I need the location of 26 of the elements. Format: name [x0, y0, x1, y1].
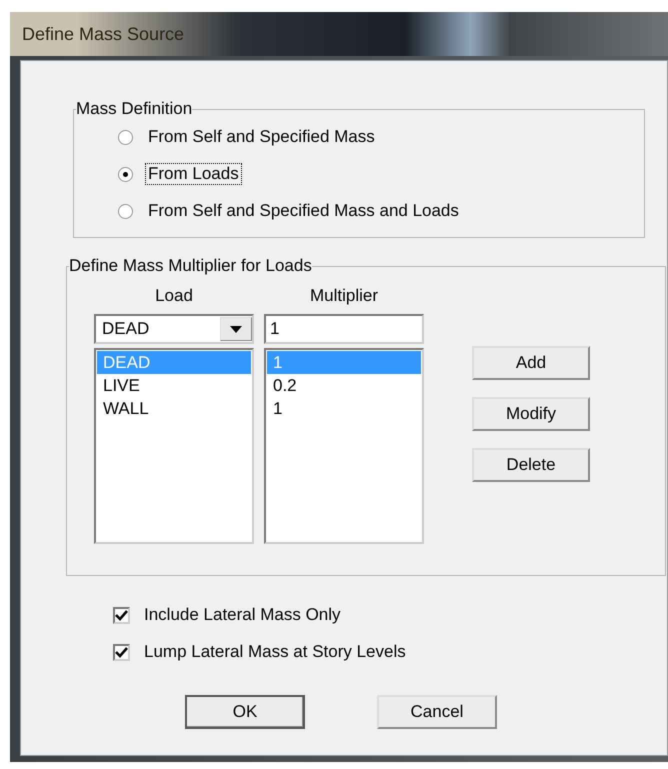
radio-label[interactable]: From Loads	[145, 163, 242, 185]
load-dropdown[interactable]: DEAD	[94, 314, 254, 344]
group-title: Mass Definition	[76, 99, 192, 119]
checkbox-label[interactable]: Lump Lateral Mass at Story Levels	[144, 642, 406, 662]
radio-button[interactable]	[118, 130, 133, 144]
dialog-button[interactable]: Cancel	[377, 695, 497, 729]
radio-button[interactable]	[118, 204, 133, 218]
dialog-button[interactable]: Modify	[472, 397, 590, 431]
dialog-button[interactable]: OK	[185, 695, 305, 729]
dialog-button[interactable]: Delete	[472, 448, 590, 482]
list-item[interactable]: WALL	[97, 397, 251, 420]
radio-label[interactable]: From Self and Specified Mass	[145, 126, 378, 148]
group-title: Define Mass Multiplier for Loads	[69, 256, 312, 276]
dialog-button[interactable]: Add	[472, 346, 590, 380]
list-item[interactable]: 1	[267, 397, 421, 420]
checkbox-label[interactable]: Include Lateral Mass Only	[144, 605, 341, 625]
column-header: Multiplier	[310, 286, 378, 307]
checkbox[interactable]	[113, 644, 130, 660]
list-item[interactable]: LIVE	[97, 374, 251, 397]
radio-label[interactable]: From Self and Specified Mass and Loads	[145, 200, 462, 222]
window-title: Define Mass Source	[22, 24, 184, 44]
radio-button[interactable]	[118, 166, 133, 182]
list-item[interactable]: 0.2	[267, 374, 421, 397]
checkbox[interactable]	[113, 606, 130, 624]
column-header: Load	[155, 286, 193, 307]
multiplier-field[interactable]: 1	[264, 314, 424, 344]
